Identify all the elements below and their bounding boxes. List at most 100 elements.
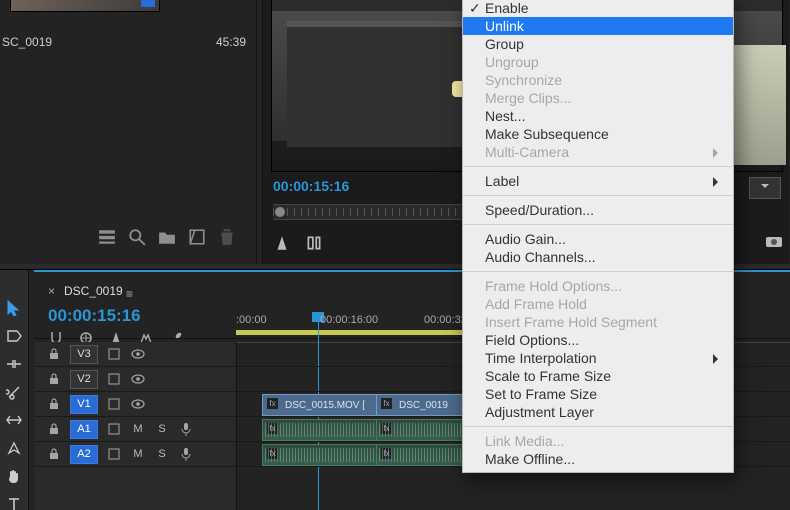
- context-menu-item[interactable]: Field Options...: [463, 331, 733, 349]
- bin-clip-duration: 45:39: [216, 35, 246, 49]
- lock-icon[interactable]: [46, 423, 62, 435]
- monitor-timecode[interactable]: 00:00:15:16: [273, 178, 349, 194]
- context-menu-item: Insert Frame Hold Segment: [463, 313, 733, 331]
- eye-icon[interactable]: [130, 348, 146, 360]
- solo-button[interactable]: S: [154, 423, 170, 435]
- ruler-tick-label: 00:00:16:00: [320, 314, 378, 326]
- search-icon[interactable]: [128, 228, 146, 246]
- track-header-column: V3V2V1A1MSA2MS: [34, 342, 237, 510]
- context-menu-item: Merge Clips...: [463, 89, 733, 107]
- context-menu-item[interactable]: Audio Gain...: [463, 230, 733, 248]
- fx-toggle-icon[interactable]: [106, 423, 122, 435]
- track-badge[interactable]: V1: [70, 395, 98, 414]
- ruler-playhead[interactable]: [318, 312, 319, 342]
- fx-toggle-icon[interactable]: [106, 348, 122, 360]
- context-menu-item[interactable]: Adjustment Layer: [463, 403, 733, 421]
- sequence-timecode[interactable]: 00:00:15:16: [48, 306, 141, 326]
- audio-clip[interactable]: fx: [262, 419, 378, 441]
- context-menu-item[interactable]: Group: [463, 35, 733, 53]
- track-badge[interactable]: A2: [70, 445, 98, 464]
- mark-in-icon[interactable]: [273, 234, 291, 252]
- track-badge[interactable]: V2: [70, 370, 98, 389]
- razor-tool-icon[interactable]: [4, 382, 24, 402]
- trash-icon[interactable]: [218, 228, 236, 246]
- new-item-icon[interactable]: [188, 228, 206, 246]
- audio-clip[interactable]: fx: [376, 444, 470, 466]
- audio-clip[interactable]: fx: [376, 419, 470, 441]
- context-menu-item: Ungroup: [463, 53, 733, 71]
- sequence-tab[interactable]: DSC_0019: [64, 284, 123, 298]
- context-menu-item[interactable]: Unlink: [463, 17, 733, 35]
- video-clip[interactable]: fx DSC_0019: [376, 394, 470, 416]
- fx-badge-icon: fx: [381, 448, 392, 459]
- context-menu-item[interactable]: Time Interpolation: [463, 349, 733, 367]
- solo-button[interactable]: S: [154, 448, 170, 460]
- resolution-select[interactable]: [749, 177, 781, 199]
- context-menu-item[interactable]: Label: [463, 172, 733, 190]
- fx-toggle-icon[interactable]: [106, 448, 122, 460]
- type-tool-icon[interactable]: [4, 494, 24, 510]
- mute-button[interactable]: M: [130, 423, 146, 435]
- clip-label: DSC_0019: [399, 400, 448, 411]
- hand-tool-icon[interactable]: [4, 466, 24, 486]
- audio-clip[interactable]: fx: [262, 444, 378, 466]
- ruler-tick-label: 00:00:32: [424, 314, 467, 326]
- context-menu-item[interactable]: Make Subsequence: [463, 125, 733, 143]
- project-panel: SC_0019 45:39: [0, 0, 257, 264]
- track-select-tool-icon[interactable]: [4, 326, 24, 346]
- audio-track-header[interactable]: A1 MS: [34, 417, 236, 442]
- lock-icon[interactable]: [46, 348, 62, 360]
- video-track-header[interactable]: V2: [34, 367, 236, 392]
- timeline-tool-strip: [0, 270, 29, 510]
- tab-close-icon[interactable]: ×: [48, 284, 55, 298]
- context-menu-item[interactable]: Make Offline...: [463, 450, 733, 468]
- work-area-bar[interactable]: [236, 330, 464, 335]
- context-menu-item[interactable]: Speed/Duration...: [463, 201, 733, 219]
- context-menu-item[interactable]: Nest...: [463, 107, 733, 125]
- camera-icon[interactable]: [765, 234, 783, 252]
- list-view-icon[interactable]: [98, 228, 116, 246]
- context-menu-separator: [463, 224, 733, 225]
- context-menu-item: Add Frame Hold: [463, 295, 733, 313]
- context-menu-item[interactable]: Enable: [463, 0, 733, 17]
- ripple-edit-tool-icon[interactable]: [4, 354, 24, 374]
- selection-tool-icon[interactable]: [4, 298, 24, 318]
- hd-badge-icon: [141, 0, 155, 7]
- video-clip[interactable]: fxDSC_0015.MOV [: [262, 394, 378, 416]
- context-menu-item: Frame Hold Options...: [463, 277, 733, 295]
- fx-toggle-icon[interactable]: [106, 373, 122, 385]
- context-menu-item[interactable]: Audio Channels...: [463, 248, 733, 266]
- track-badge[interactable]: A1: [70, 420, 98, 439]
- tab-menu-icon[interactable]: ≡: [126, 287, 133, 301]
- eye-icon[interactable]: [130, 398, 146, 410]
- lock-icon[interactable]: [46, 398, 62, 410]
- context-menu-separator: [463, 271, 733, 272]
- context-menu-item[interactable]: Scale to Frame Size: [463, 367, 733, 385]
- track-badge[interactable]: V3: [70, 345, 98, 364]
- video-track-header[interactable]: V1: [34, 392, 236, 417]
- eye-icon[interactable]: [130, 373, 146, 385]
- audio-track-header[interactable]: A2 MS: [34, 442, 236, 467]
- mic-icon[interactable]: [178, 422, 194, 436]
- context-menu-item[interactable]: Set to Frame Size: [463, 385, 733, 403]
- lock-icon[interactable]: [46, 448, 62, 460]
- fx-badge-icon: fx: [381, 423, 392, 434]
- pen-tool-icon[interactable]: [4, 438, 24, 458]
- clip-context-menu[interactable]: EnableUnlinkGroupUngroupSynchronizeMerge…: [462, 0, 734, 473]
- video-track-header[interactable]: V3: [34, 342, 236, 367]
- mark-out-icon[interactable]: [305, 234, 323, 252]
- fx-toggle-icon[interactable]: [106, 398, 122, 410]
- lock-icon[interactable]: [46, 373, 62, 385]
- monitor-playhead-icon[interactable]: [275, 207, 285, 217]
- mute-button[interactable]: M: [130, 448, 146, 460]
- context-menu-item: Link Media...: [463, 432, 733, 450]
- ruler-tick-label: :00:00: [236, 314, 267, 326]
- clip-label: DSC_0015.MOV [: [285, 400, 365, 411]
- mic-icon[interactable]: [178, 447, 194, 461]
- bin-thumbnail[interactable]: [10, 0, 160, 12]
- context-menu-separator: [463, 195, 733, 196]
- fx-badge-icon: fx: [381, 398, 392, 409]
- new-bin-icon[interactable]: [158, 228, 176, 246]
- fx-badge-icon: fx: [267, 423, 278, 434]
- slip-tool-icon[interactable]: [4, 410, 24, 430]
